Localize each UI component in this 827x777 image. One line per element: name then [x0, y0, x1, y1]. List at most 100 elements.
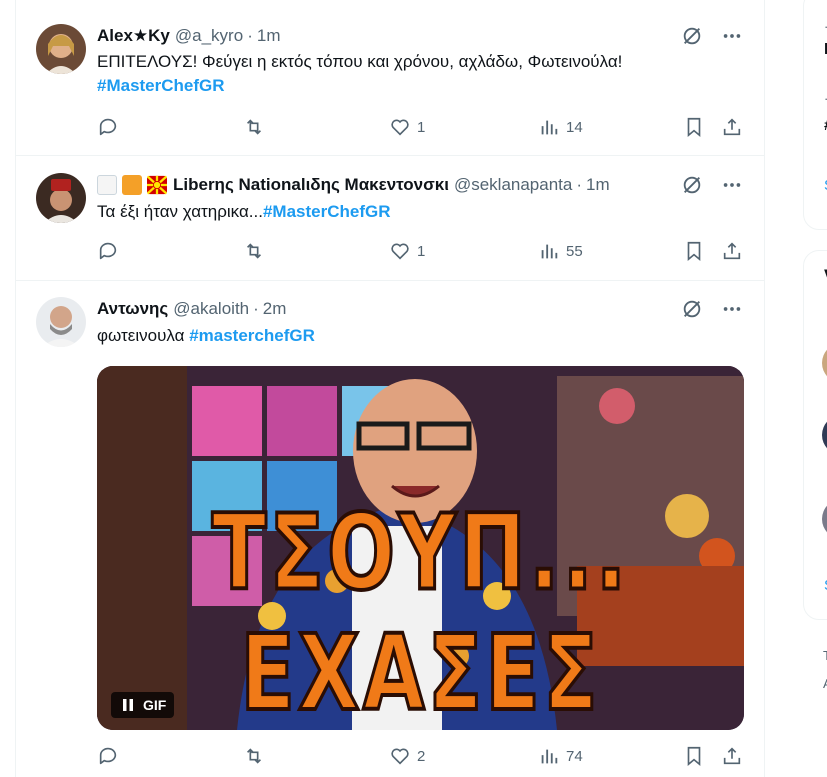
avatar[interactable]: [36, 297, 86, 347]
handle[interactable]: @akaloith: [173, 299, 249, 319]
gif-media[interactable]: ΤΣΟΥΠ... ΕΧΑΣΕΣ GIF: [97, 366, 744, 730]
view-count: 55: [566, 242, 583, 260]
grok-icon[interactable]: [679, 296, 705, 322]
more-icon[interactable]: [719, 296, 745, 322]
repost-icon: [246, 748, 262, 764]
share-icon: [723, 118, 741, 136]
tweet-actions: 1 14: [97, 116, 747, 142]
tweet-body: ΕΠΙΤΕΛΟΥΣ! Φεύγει η εκτός τόπου και χρόν…: [97, 52, 623, 71]
gif-controls[interactable]: GIF: [111, 692, 175, 718]
views-icon: [541, 749, 558, 764]
tweet-actions: 1 55: [97, 240, 747, 266]
views-button[interactable]: 74: [538, 745, 583, 767]
footer-link[interactable]: T: [823, 648, 827, 663]
reply-button[interactable]: [97, 240, 119, 262]
bookmark-button[interactable]: [683, 240, 705, 262]
timeline: Alex★Ky @a_kyro · 1m ΕΠΙΤΕΛΟΥΣ! Φεύγει η…: [15, 0, 765, 777]
tweet[interactable]: Alex★Ky @a_kyro · 1m ΕΠΙΤΕΛΟΥΣ! Φεύγει η…: [16, 8, 765, 156]
trends-card: · l · # S: [803, 0, 827, 230]
avatar[interactable]: [36, 173, 86, 223]
views-icon: [541, 120, 558, 135]
tweet-header: Αντωνης @akaloith · 2m: [97, 297, 286, 321]
bookmark-icon: [687, 117, 701, 138]
tweet-text: φωτεινουλα #masterchefGR: [97, 324, 315, 348]
pause-icon[interactable]: [119, 696, 137, 714]
reply-icon: [99, 118, 117, 136]
display-name[interactable]: Αντωνης: [97, 299, 168, 319]
handle[interactable]: @a_kyro: [175, 26, 243, 46]
more-icon[interactable]: [719, 23, 745, 49]
handle[interactable]: @seklanapanta: [454, 175, 572, 195]
like-count: 2: [417, 747, 426, 765]
separator: ·: [247, 26, 253, 45]
share-button[interactable]: [721, 116, 743, 138]
orange-square-icon: [122, 175, 142, 195]
gif-badge: GIF: [143, 697, 167, 713]
share-button[interactable]: [721, 240, 743, 262]
repost-button[interactable]: [243, 240, 265, 262]
tweet-text: ΕΠΙΤΕΛΟΥΣ! Φεύγει η εκτός τόπου και χρόν…: [97, 50, 622, 98]
emoji-flags: [97, 175, 167, 195]
tweet-top-icons: [679, 296, 745, 322]
tweet-header: Liberης Nationalιδης Μακεντονσκι @seklan…: [97, 173, 610, 197]
views-icon: [541, 244, 558, 259]
timestamp[interactable]: 2m: [263, 299, 287, 319]
reply-icon: [99, 242, 117, 260]
tweet-header: Alex★Ky @a_kyro · 1m: [97, 24, 280, 48]
views-button[interactable]: 55: [538, 240, 583, 262]
bookmark-button[interactable]: [683, 745, 705, 767]
tweet-top-icons: [679, 23, 745, 49]
hashtag-link[interactable]: #masterchefGR: [189, 326, 315, 345]
macedonia-flag-icon: [147, 175, 167, 195]
display-name[interactable]: Liberης Nationalιδης Μακεντονσκι: [173, 175, 449, 195]
tweet-body: Τα έξι ήταν χατηρικα...: [97, 202, 263, 221]
views-button[interactable]: 14: [538, 116, 583, 138]
footer-link[interactable]: A: [823, 676, 827, 691]
like-count: 1: [417, 242, 426, 260]
gif-caption: ΤΣΟΥΠ... ΕΧΑΣΕΣ: [210, 490, 630, 730]
avatar[interactable]: [36, 24, 86, 74]
grok-icon[interactable]: [679, 23, 705, 49]
tweet-top-icons: [679, 172, 745, 198]
reply-button[interactable]: [97, 745, 119, 767]
share-button[interactable]: [721, 745, 743, 767]
reply-button[interactable]: [97, 116, 119, 138]
tweet[interactable]: Αντωνης @akaloith · 2m φωτεινουλα #maste…: [16, 282, 765, 777]
bookmark-icon: [687, 746, 701, 767]
hashtag-link[interactable]: #MasterChefGR: [97, 74, 622, 98]
like-button[interactable]: 1: [389, 240, 425, 262]
tweet-actions: 2 74: [97, 745, 747, 771]
tweet-text: Τα έξι ήταν χατηρικα...#MasterChefGR: [97, 200, 391, 224]
tweet-body: φωτεινουλα: [97, 326, 185, 345]
timestamp[interactable]: 1m: [257, 26, 281, 46]
avatar[interactable]: [822, 499, 827, 539]
repost-button[interactable]: [243, 116, 265, 138]
like-icon: [391, 748, 409, 765]
tweet[interactable]: Liberης Nationalιδης Μακεντονσκι @seklan…: [16, 157, 765, 281]
reply-icon: [99, 747, 117, 765]
repost-icon: [246, 243, 262, 259]
repost-button[interactable]: [243, 745, 265, 767]
right-sidebar: · l · # S V S T A: [803, 0, 827, 777]
separator: ·: [576, 175, 583, 194]
separator: ·: [253, 299, 259, 318]
view-count: 14: [566, 118, 583, 136]
like-button[interactable]: 1: [389, 116, 425, 138]
grok-icon[interactable]: [679, 172, 705, 198]
white-flag-icon: [97, 175, 117, 195]
display-name[interactable]: Alex★Ky: [97, 26, 170, 46]
bookmark-icon: [687, 241, 701, 262]
hashtag-link[interactable]: #MasterChefGR: [263, 202, 391, 221]
timestamp[interactable]: 1m: [586, 175, 610, 195]
view-count: 74: [566, 747, 583, 765]
avatar[interactable]: [822, 343, 827, 383]
like-count: 1: [417, 118, 426, 136]
avatar[interactable]: [822, 415, 827, 455]
like-icon: [391, 243, 409, 260]
more-icon[interactable]: [719, 172, 745, 198]
like-button[interactable]: 2: [389, 745, 425, 767]
bookmark-button[interactable]: [683, 116, 705, 138]
share-icon: [723, 747, 741, 765]
share-icon: [723, 242, 741, 260]
like-icon: [391, 119, 409, 136]
